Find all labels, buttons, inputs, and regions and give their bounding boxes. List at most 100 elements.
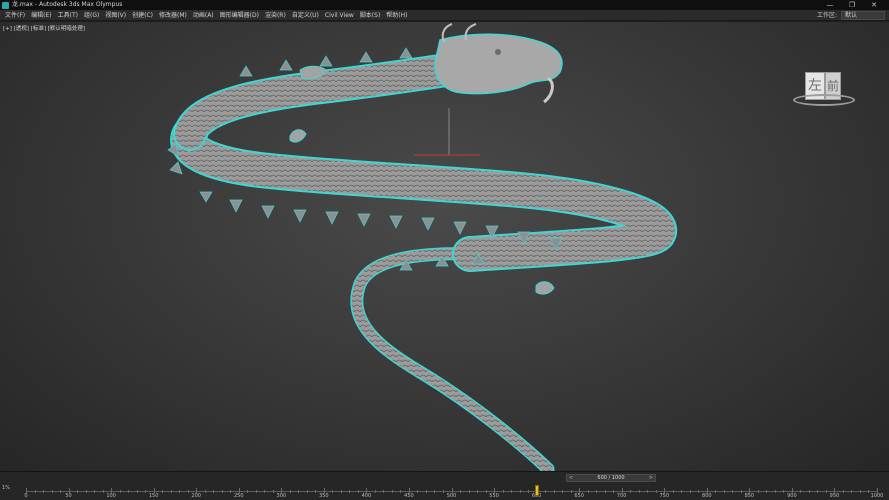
timeline-minor-tick <box>315 490 317 493</box>
timeline-tick-label: 150 <box>148 493 159 499</box>
viewcube-navigator[interactable]: 左 前 <box>793 68 855 132</box>
timeline-minor-tick <box>740 490 742 493</box>
frame-display: 600 / 1000 <box>597 475 625 481</box>
timeline-minor-tick <box>145 490 147 493</box>
timeline-tick-label: 650 <box>574 493 584 499</box>
viewcube-compass-ring[interactable] <box>793 94 855 106</box>
menu-graph-editors[interactable]: 图形编辑器(D) <box>214 10 259 21</box>
timeline-tick-label: 950 <box>829 493 840 499</box>
timeline-minor-tick <box>545 490 547 493</box>
prev-frame-button[interactable]: < <box>567 475 575 481</box>
timeline-minor-tick <box>357 490 359 493</box>
menu-file[interactable]: 文件(F) <box>0 10 25 21</box>
perspective-viewport[interactable]: [+] [透视] [标准] [默认明暗处理] 左 前 <box>0 22 889 471</box>
menu-views[interactable]: 视图(V) <box>99 10 126 21</box>
dragon-lower-body[interactable] <box>170 116 677 272</box>
timeline-minor-tick <box>204 490 206 493</box>
timeline-minor-tick <box>417 490 419 493</box>
timeline-minor-tick <box>128 490 130 493</box>
close-button[interactable]: ✕ <box>863 0 885 10</box>
timeline-minor-tick <box>77 490 79 493</box>
timeline-bar: < 600 / 1000 > 1% 0 50 100 150 200 250 300 350 4… <box>0 471 889 500</box>
timeline-tick-label: 750 <box>659 493 670 499</box>
timeline-minor-tick <box>511 490 513 493</box>
timeline-tick-label: 900 <box>787 493 797 499</box>
track-bar[interactable]: 1% 0 50 100 150 200 250 300 350 400 450 500 550 600 6… <box>0 483 889 500</box>
timeline-minor-tick <box>477 490 479 493</box>
timeline-minor-tick <box>136 490 138 493</box>
timeline-tick-label: 550 <box>489 493 499 499</box>
timeline-tick-label: 450 <box>404 493 414 499</box>
scene-canvas[interactable] <box>0 22 889 471</box>
timeline-minor-tick <box>732 490 734 493</box>
maximize-button[interactable]: ❐ <box>841 0 863 10</box>
timeline-minor-tick <box>868 490 870 493</box>
timeline-minor-tick <box>698 490 700 493</box>
playhead[interactable] <box>534 485 539 496</box>
timeline-minor-tick <box>613 490 615 493</box>
timeline-minor-tick <box>400 490 402 493</box>
timeline-minor-tick <box>774 490 776 493</box>
timeline-minor-tick <box>255 490 257 493</box>
dragon-upper-body[interactable] <box>173 51 477 151</box>
timeline-minor-tick <box>383 490 385 493</box>
time-slider[interactable]: < 600 / 1000 > <box>566 474 656 482</box>
trackbar-zoom[interactable]: 1% <box>2 485 10 491</box>
timeline-minor-tick <box>374 490 376 493</box>
workspace-label: 工作区: <box>816 12 837 19</box>
menu-customize[interactable]: 自定义(U) <box>286 10 319 21</box>
menu-group[interactable]: 组(G) <box>78 10 99 21</box>
menu-rendering[interactable]: 渲染(R) <box>259 10 286 21</box>
timeline-minor-tick <box>425 490 427 493</box>
transform-gizmo[interactable] <box>414 108 480 156</box>
minimize-button[interactable]: — <box>819 0 841 10</box>
window-controls: — ❐ ✕ <box>819 0 885 10</box>
timeline-minor-tick <box>43 490 45 493</box>
timeline-tick-label: 0 <box>24 493 28 499</box>
timeline-tick-label: 100 <box>106 493 116 499</box>
timeline-tick-label: 400 <box>361 493 372 499</box>
timeline-minor-tick <box>528 490 530 493</box>
timeline-minor-tick <box>842 490 844 493</box>
menu-modifiers[interactable]: 修改器(M) <box>153 10 187 21</box>
menu-tools[interactable]: 工具(T) <box>52 10 78 21</box>
timeline-minor-tick <box>519 490 521 493</box>
timeline-tick-label: 1000 <box>870 493 884 499</box>
timeline-minor-tick <box>272 490 274 493</box>
timeline-minor-tick <box>681 490 683 493</box>
timeline-tick-label: 300 <box>276 493 287 499</box>
timeline-minor-tick <box>502 490 504 493</box>
timeline-tick-label: 50 <box>65 493 72 499</box>
timeline-minor-tick <box>817 490 819 493</box>
menu-edit[interactable]: 编辑(E) <box>25 10 51 21</box>
menu-animation[interactable]: 动画(A) <box>187 10 214 21</box>
timeline-minor-tick <box>289 490 291 493</box>
menu-bar: 文件(F) 编辑(E) 工具(T) 组(G) 视图(V) 创建(C) 修改器(M… <box>0 10 889 21</box>
timeline-minor-tick <box>672 490 674 493</box>
app-logo-icon <box>2 1 9 9</box>
workspace-dropdown[interactable]: 默认 <box>841 11 885 20</box>
dragon-head[interactable] <box>434 23 563 104</box>
track-line[interactable]: 0 50 100 150 200 250 300 350 400 450 500 550 600 650 7… <box>24 485 883 499</box>
timeline-minor-tick <box>689 490 691 493</box>
dragon-tail[interactable] <box>350 247 555 471</box>
timeline-minor-tick <box>630 490 632 493</box>
menu-help[interactable]: 帮助(H) <box>380 10 407 21</box>
menu-create[interactable]: 创建(C) <box>126 10 153 21</box>
timeline-minor-tick <box>715 490 717 493</box>
timeline-minor-tick <box>460 490 461 493</box>
menu-civil-view[interactable]: Civil View <box>319 10 354 21</box>
timeline-minor-tick <box>766 490 768 493</box>
timeline-minor-tick <box>638 490 640 493</box>
timeline-minor-tick <box>723 490 725 493</box>
menu-scripting[interactable]: 脚本(S) <box>354 10 381 21</box>
timeline-minor-tick <box>783 490 785 493</box>
timeline-minor-tick <box>757 490 759 493</box>
timeline-tick-label: 500 <box>446 493 457 499</box>
timeline-minor-tick <box>647 490 649 493</box>
timeline-minor-tick <box>102 490 104 493</box>
next-frame-button[interactable]: > <box>647 475 655 481</box>
timeline-minor-tick <box>51 490 53 493</box>
timeline-minor-tick <box>247 490 249 493</box>
timeline-minor-tick <box>306 490 308 493</box>
